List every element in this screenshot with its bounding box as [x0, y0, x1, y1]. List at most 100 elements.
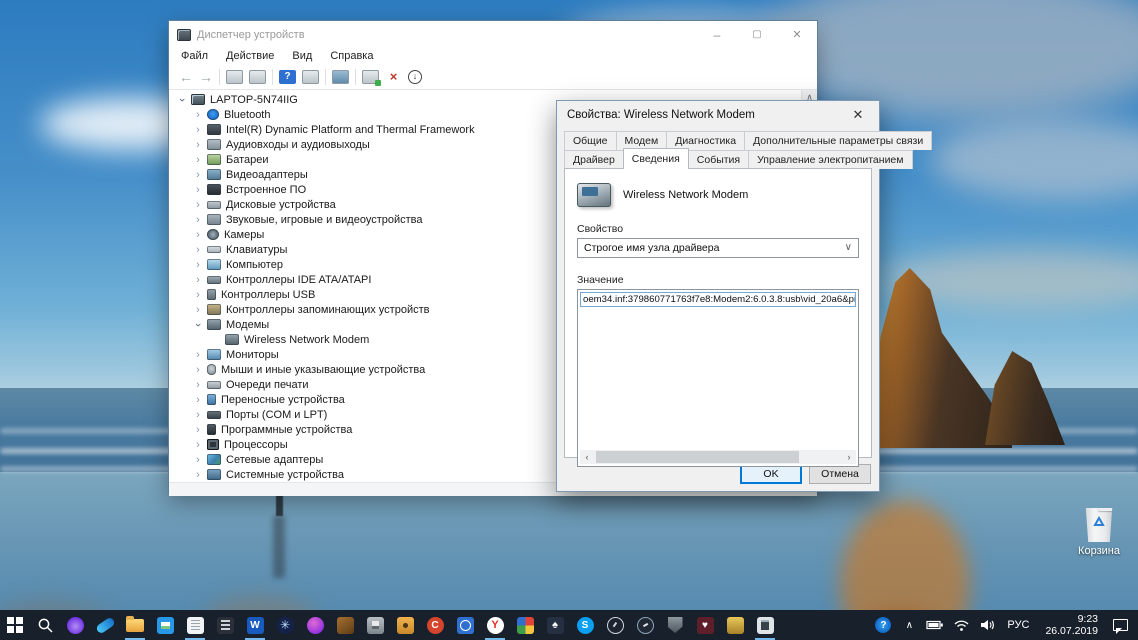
- chevron-right-icon[interactable]: [191, 214, 205, 226]
- start-button[interactable]: [0, 610, 30, 640]
- taskbar-casino-game[interactable]: ♥: [690, 610, 720, 640]
- value-listbox[interactable]: oem34.inf:379860771763f7e8:Modem2:6.0.3.…: [577, 289, 859, 467]
- taskbar-word[interactable]: W: [240, 610, 270, 640]
- recycle-bin[interactable]: Корзина: [1068, 508, 1130, 566]
- forward-icon[interactable]: →: [199, 70, 213, 84]
- chevron-right-icon[interactable]: [191, 229, 205, 241]
- chevron-right-icon[interactable]: [191, 409, 205, 421]
- taskbar-gauge-app[interactable]: [630, 610, 660, 640]
- taskbar-game-app[interactable]: [330, 610, 360, 640]
- chevron-right-icon[interactable]: [191, 424, 205, 436]
- tab-events[interactable]: События: [687, 150, 750, 169]
- clock[interactable]: 9:23 26.07.2019: [1037, 613, 1106, 637]
- chevron-right-icon[interactable]: [191, 454, 205, 466]
- menu-file[interactable]: Файл: [181, 50, 208, 62]
- menu-help[interactable]: Справка: [330, 50, 373, 62]
- property-dropdown[interactable]: Строгое имя узла драйвера: [577, 238, 859, 258]
- chevron-right-icon[interactable]: [191, 349, 205, 361]
- casino-icon: ♥: [696, 616, 714, 634]
- chevron-right-icon[interactable]: [191, 379, 205, 391]
- chevron-right-icon[interactable]: [191, 244, 205, 256]
- taskbar-timer-app[interactable]: [450, 610, 480, 640]
- taskbar-file-explorer[interactable]: [120, 610, 150, 640]
- chevron-right-icon[interactable]: [191, 184, 205, 196]
- taskbar-coins-game[interactable]: [720, 610, 750, 640]
- dialog-close-icon[interactable]: [837, 101, 879, 129]
- tab-details[interactable]: Сведения: [622, 148, 689, 169]
- timer-icon: [456, 616, 474, 634]
- taskbar-purple-app[interactable]: [60, 610, 90, 640]
- taskbar-snowflake-app[interactable]: ✳: [270, 610, 300, 640]
- taskbar-paint3d[interactable]: [300, 610, 330, 640]
- wifi-tray-button[interactable]: [949, 610, 973, 640]
- volume-tray-button[interactable]: [975, 610, 999, 640]
- chevron-right-icon[interactable]: [191, 109, 205, 121]
- tab-driver[interactable]: Драйвер: [564, 150, 624, 169]
- taskbar-photos[interactable]: [150, 610, 180, 640]
- device-manager-icon: [756, 616, 774, 634]
- taskbar-clock-app[interactable]: [600, 610, 630, 640]
- maximize-button[interactable]: [737, 21, 777, 48]
- chevron-right-icon[interactable]: [191, 304, 205, 316]
- tree-item-label: Переносные устройства: [221, 393, 345, 406]
- properties-icon[interactable]: [249, 70, 266, 84]
- console-icon[interactable]: [226, 70, 243, 84]
- chevron-right-icon[interactable]: [191, 469, 205, 481]
- scan-hardware-icon[interactable]: [332, 70, 349, 84]
- back-icon[interactable]: ←: [179, 70, 193, 84]
- dialog-titlebar[interactable]: Свойства: Wireless Network Modem: [557, 101, 879, 129]
- uninstall-device-icon[interactable]: [385, 70, 402, 84]
- minimize-button[interactable]: [697, 21, 737, 48]
- update-driver-icon[interactable]: [362, 70, 381, 86]
- taskbar-tanks-game[interactable]: [660, 610, 690, 640]
- taskbar-cube-game[interactable]: [510, 610, 540, 640]
- chevron-right-icon[interactable]: [191, 289, 205, 301]
- action-center-button[interactable]: [1108, 610, 1132, 640]
- battery-tray-button[interactable]: [923, 610, 947, 640]
- menu-view[interactable]: Вид: [292, 50, 312, 62]
- chevron-right-icon[interactable]: [191, 154, 205, 166]
- taskbar-cards-game[interactable]: ♠: [540, 610, 570, 640]
- help-tray-button[interactable]: ?: [871, 610, 895, 640]
- chevron-right-icon[interactable]: [191, 124, 205, 136]
- cancel-button[interactable]: Отмена: [809, 464, 871, 484]
- menu-action[interactable]: Действие: [226, 50, 274, 62]
- ok-button[interactable]: OK: [740, 464, 802, 484]
- horizontal-scrollbar[interactable]: [580, 450, 856, 464]
- search-button[interactable]: [30, 610, 60, 640]
- chevron-right-icon[interactable]: [191, 439, 205, 451]
- help-icon[interactable]: [279, 70, 296, 84]
- value-row-selected[interactable]: oem34.inf:379860771763f7e8:Modem2:6.0.3.…: [580, 292, 856, 307]
- tab-general[interactable]: Общие: [564, 131, 617, 150]
- chevron-down-icon[interactable]: [191, 319, 205, 331]
- taskbar-blue-pill-app[interactable]: [90, 610, 120, 640]
- show-hidden-icons-button[interactable]: [897, 610, 921, 640]
- taskbar-lock-app[interactable]: [390, 610, 420, 640]
- chevron-down-icon[interactable]: [175, 94, 189, 106]
- chevron-right-icon[interactable]: [191, 139, 205, 151]
- chevron-right-icon[interactable]: [191, 364, 205, 376]
- chevron-right-icon[interactable]: [191, 259, 205, 271]
- taskbar-device-manager[interactable]: [750, 610, 780, 640]
- chevron-right-icon[interactable]: [191, 274, 205, 286]
- device-manager-titlebar[interactable]: Диспетчер устройств: [169, 21, 817, 48]
- chevron-right-icon[interactable]: [191, 394, 205, 406]
- computer-root-icon: [191, 94, 205, 105]
- taskbar-yandex-browser[interactable]: Y: [480, 610, 510, 640]
- scroll-left-icon[interactable]: [580, 452, 594, 462]
- taskbar-calculator[interactable]: [210, 610, 240, 640]
- window-list-icon[interactable]: [302, 70, 319, 84]
- taskbar-notepad[interactable]: [180, 610, 210, 640]
- tab-power-management[interactable]: Управление электропитанием: [748, 150, 913, 169]
- taskbar-usb-tool[interactable]: [360, 610, 390, 640]
- taskbar-skype[interactable]: S: [570, 610, 600, 640]
- disable-device-icon[interactable]: [408, 70, 422, 84]
- scroll-right-icon[interactable]: [842, 452, 856, 462]
- taskbar-ccleaner[interactable]: C: [420, 610, 450, 640]
- chevron-right-icon[interactable]: [191, 199, 205, 211]
- tab-advanced-comm[interactable]: Дополнительные параметры связи: [744, 131, 933, 150]
- scrollbar-thumb[interactable]: [596, 451, 800, 463]
- close-button[interactable]: [777, 21, 817, 48]
- chevron-right-icon[interactable]: [191, 169, 205, 181]
- language-indicator[interactable]: РУС: [1001, 610, 1035, 640]
